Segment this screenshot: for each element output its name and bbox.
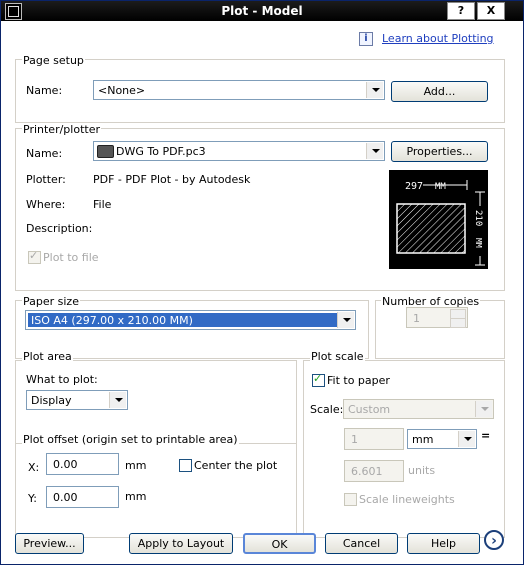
add-button[interactable]: Add... <box>391 81 488 102</box>
paper-preview-diagram: 297 MM 210 MM <box>389 178 488 266</box>
scale-value2: 6.601 <box>351 465 383 478</box>
cancel-button[interactable]: Cancel <box>325 533 398 554</box>
y-offset-label: Y: <box>28 492 37 505</box>
chevron-down-icon <box>109 392 126 408</box>
spin-down-icon[interactable] <box>450 318 466 328</box>
scale-lineweights-checkbox[interactable] <box>344 493 357 506</box>
printer-icon <box>97 145 114 158</box>
scale-value1: 1 <box>351 433 358 446</box>
printer-name-value: DWG To PDF.pc3 <box>116 145 206 158</box>
copies-spinner[interactable]: 1 <box>406 307 468 328</box>
where-value: File <box>93 198 112 211</box>
help-button[interactable]: Help <box>407 533 480 554</box>
description-label: Description: <box>26 222 93 235</box>
equals-sign: = <box>481 429 491 442</box>
chevron-down-icon <box>458 431 475 447</box>
scale-value: Custom <box>348 403 391 416</box>
plotter-label: Plotter: <box>26 173 66 186</box>
copies-value: 1 <box>413 312 420 325</box>
plot-to-file-checkbox[interactable] <box>28 249 41 264</box>
close-button[interactable]: X <box>477 2 505 20</box>
ok-button[interactable]: OK <box>243 533 316 554</box>
scale-label: Scale: <box>310 403 344 416</box>
y-offset-input[interactable]: 0.00 <box>46 486 119 508</box>
preview-button[interactable]: Preview... <box>15 533 84 554</box>
preview-width-unit: MM <box>435 182 446 192</box>
preview-height-unit: MM <box>474 238 483 248</box>
x-offset-input[interactable]: 0.00 <box>46 453 119 475</box>
fit-to-paper-checkbox[interactable] <box>312 372 325 387</box>
y-offset-value: 0.00 <box>53 491 78 504</box>
scale-dropdown[interactable]: Custom <box>343 399 494 419</box>
chevron-down-icon <box>366 143 383 159</box>
window-title: Plot - Model <box>221 4 303 18</box>
paper-preview: 297 MM 210 MM <box>389 170 488 269</box>
scale-unit-value: mm <box>412 433 434 446</box>
x-offset-value: 0.00 <box>53 458 78 471</box>
printer-name-dropdown[interactable]: DWG To PDF.pc3 <box>93 141 385 161</box>
x-offset-label: X: <box>28 461 40 474</box>
page-setup-name-value: <None> <box>98 84 146 97</box>
paper-size-heading: Paper size <box>22 295 80 308</box>
more-options-icon[interactable]: › <box>484 530 504 550</box>
apply-to-layout-button[interactable]: Apply to Layout <box>129 533 233 554</box>
preview-width-text: 297 <box>405 181 423 192</box>
where-label: Where: <box>26 198 66 211</box>
chevron-down-icon <box>337 312 354 328</box>
page-setup-name-label: Name: <box>26 84 63 97</box>
y-offset-unit: mm <box>125 490 147 503</box>
printer-plotter-heading: Printer/plotter <box>22 123 101 136</box>
plot-area-heading: Plot area <box>22 350 73 363</box>
scale-unit-dropdown[interactable]: mm <box>407 429 477 449</box>
scale-value2-input[interactable]: 6.601 <box>344 460 404 482</box>
units-label: units <box>408 464 436 477</box>
properties-button[interactable]: Properties... <box>391 141 488 162</box>
paper-size-dropdown[interactable]: ISO A4 (297.00 x 210.00 MM) <box>25 310 356 330</box>
plotter-value: PDF - PDF Plot - by Autodesk <box>93 173 251 186</box>
what-to-plot-label: What to plot: <box>26 373 98 386</box>
help-title-button[interactable]: ? <box>447 2 475 20</box>
preview-height-text: 210 <box>473 210 483 226</box>
center-plot-checkbox[interactable] <box>179 459 192 472</box>
scale-value1-input[interactable]: 1 <box>344 428 404 450</box>
learn-about-plotting-link[interactable]: Learn about Plotting <box>382 32 494 45</box>
plot-dialog: Plot - Model ? X i Learn about Plotting … <box>0 0 524 565</box>
what-to-plot-value: Display <box>31 394 72 407</box>
info-icon: i <box>359 32 373 46</box>
plot-to-file-label: Plot to file <box>43 251 99 264</box>
paper-size-value: ISO A4 (297.00 x 210.00 MM) <box>31 314 193 327</box>
fit-to-paper-label: Fit to paper <box>327 374 390 387</box>
page-setup-name-dropdown[interactable]: <None> <box>93 80 385 100</box>
title-bar[interactable]: Plot - Model ? X <box>1 1 523 21</box>
printer-name-label: Name: <box>26 147 63 160</box>
page-setup-heading: Page setup <box>22 54 85 67</box>
x-offset-unit: mm <box>125 459 147 472</box>
scale-lineweights-label: Scale lineweights <box>359 493 455 506</box>
plot-scale-heading: Plot scale <box>310 350 365 363</box>
chevron-down-icon <box>475 401 492 417</box>
what-to-plot-dropdown[interactable]: Display <box>26 390 128 410</box>
chevron-down-icon <box>366 82 383 98</box>
dialog-body: i Learn about Plotting Page setup Name: … <box>1 21 523 564</box>
plot-offset-heading: Plot offset (origin set to printable are… <box>22 433 239 446</box>
center-plot-label: Center the plot <box>194 459 278 472</box>
